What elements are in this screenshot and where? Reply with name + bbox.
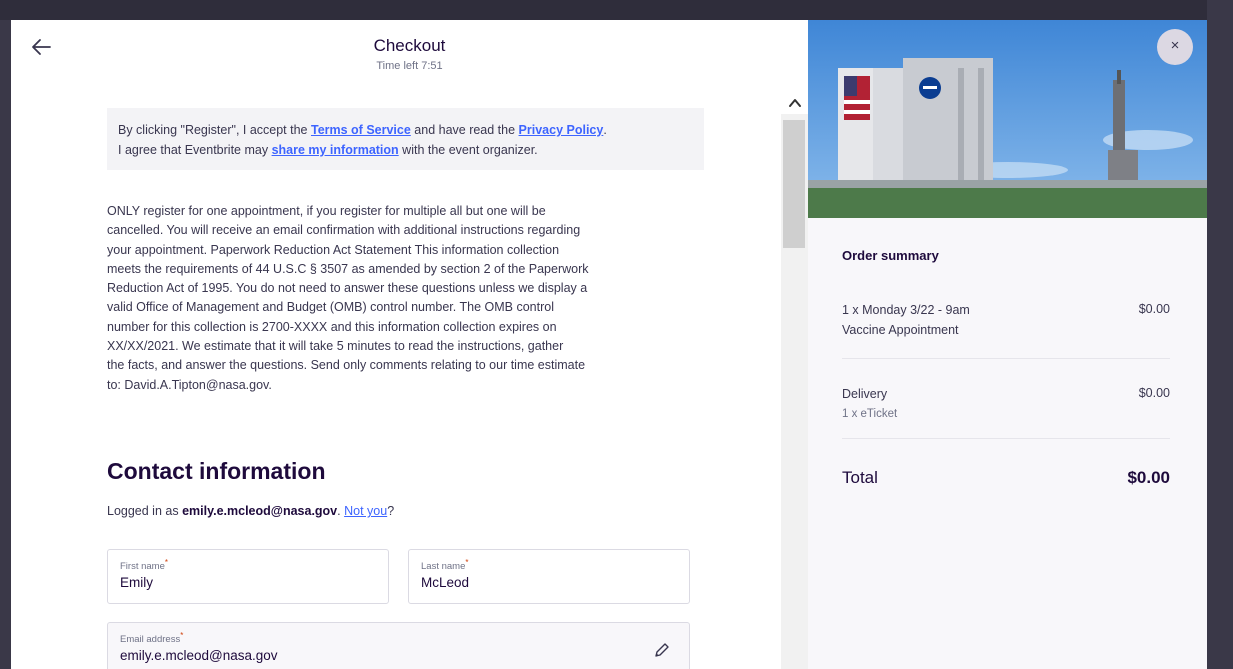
close-icon[interactable]: ×	[1157, 37, 1193, 54]
ticket-price: $0.00	[1138, 302, 1170, 316]
event-image: ×	[808, 20, 1207, 218]
not-you-link[interactable]: Not you	[344, 504, 387, 518]
info-line: XX/XX/2021. We estimate that it will tak…	[107, 339, 564, 354]
total-price: $0.00	[1127, 468, 1170, 487]
required-mark: *	[180, 631, 184, 640]
delivery-label: Delivery	[842, 387, 888, 401]
notice-text: .	[603, 123, 607, 137]
share-my-information-link[interactable]: share my information	[272, 143, 399, 157]
total-label: Total	[842, 468, 878, 487]
info-line: number for this collection is 2700-XXXX …	[107, 319, 557, 334]
chevron-up-icon[interactable]	[787, 96, 803, 110]
checkout-header: Checkout Time left 7:51	[11, 20, 808, 90]
scrollbar[interactable]	[781, 90, 808, 669]
required-mark: *	[465, 558, 469, 567]
backdrop-right	[1207, 0, 1233, 669]
info-line: valid Office of Management and Budget (O…	[107, 300, 554, 315]
info-line: your appointment. Paperwork Reduction Ac…	[107, 242, 560, 257]
notice-text: with the event organizer.	[398, 143, 538, 157]
pencil-icon[interactable]	[653, 641, 671, 659]
scrollbar-thumb[interactable]	[783, 120, 805, 248]
close-button[interactable]: ×	[1157, 29, 1193, 65]
info-line: cancelled. You will receive an email con…	[107, 223, 581, 238]
delivery-method: 1 x eTicket	[842, 408, 898, 420]
last-name-label: Last name*	[421, 558, 469, 573]
form-scroll-area: By clicking "Register", I accept the Ter…	[23, 90, 781, 669]
notice-text: I agree that Eventbrite may	[118, 143, 272, 157]
page-title: Checkout	[373, 36, 446, 55]
checkout-modal: Checkout Time left 7:51 By clicking "Reg…	[11, 20, 1207, 669]
vehicle-assembly-building-image	[808, 20, 1207, 218]
delivery-price: $0.00	[1138, 386, 1170, 400]
notice-text: and have read the	[410, 123, 519, 137]
first-name-input[interactable]: Emily	[120, 575, 153, 590]
ticket-type: Vaccine Appointment	[842, 323, 959, 337]
scrollbar-track[interactable]	[781, 114, 808, 669]
time-left: Time left 7:51	[376, 60, 443, 72]
logged-in-email: emily.e.mcleod@nasa.gov	[182, 504, 338, 518]
terms-of-service-link[interactable]: Terms of Service	[311, 123, 411, 137]
info-line: to: David.A.Tipton@nasa.gov.	[107, 377, 272, 392]
info-line: meets the requirements of 44 U.S.C § 350…	[107, 261, 589, 276]
register-notice: By clicking "Register", I accept the Ter…	[107, 108, 704, 170]
first-name-field[interactable]: First name* Emily	[107, 549, 389, 604]
backdrop	[0, 0, 1233, 20]
delivery-item: Delivery 1 x eTicket	[842, 384, 897, 424]
divider	[842, 438, 1170, 439]
info-line: the facts, and answer the questions. Sen…	[107, 358, 586, 373]
info-line: Reduction Act of 1995. You do not need t…	[107, 281, 588, 296]
divider	[842, 358, 1170, 359]
event-info-text: ONLY register for one appointment, if yo…	[107, 202, 707, 395]
notice-text: By clicking "Register", I accept the	[118, 123, 311, 137]
last-name-input[interactable]: McLeod	[421, 575, 469, 590]
first-name-label: First name*	[120, 558, 168, 573]
privacy-policy-link[interactable]: Privacy Policy	[519, 123, 604, 137]
required-mark: *	[164, 558, 168, 567]
checkout-form-pane: Checkout Time left 7:51 By clicking "Reg…	[11, 20, 808, 669]
order-summary-pane: × Order summary 1 x Monday 3/22 - 9am Va…	[808, 20, 1207, 669]
logged-in-prefix: Logged in as	[107, 504, 183, 518]
email-label: Email address*	[120, 631, 184, 646]
email-input[interactable]: emily.e.mcleod@nasa.gov	[120, 648, 278, 663]
last-name-field[interactable]: Last name* McLeod	[408, 549, 690, 604]
contact-information-heading: Contact information	[107, 458, 326, 484]
order-summary-title: Order summary	[842, 248, 939, 263]
ticket-item: 1 x Monday 3/22 - 9am Vaccine Appointmen…	[842, 300, 970, 340]
email-field[interactable]: Email address* emily.e.mcleod@nasa.gov	[107, 622, 690, 669]
logged-in-suffix: ?	[387, 504, 395, 518]
logged-in-as: Logged in as emily.e.mcleod@nasa.gov. No…	[107, 504, 394, 518]
ticket-name: 1 x Monday 3/22 - 9am	[842, 303, 970, 317]
info-line: ONLY register for one appointment, if yo…	[107, 204, 546, 218]
